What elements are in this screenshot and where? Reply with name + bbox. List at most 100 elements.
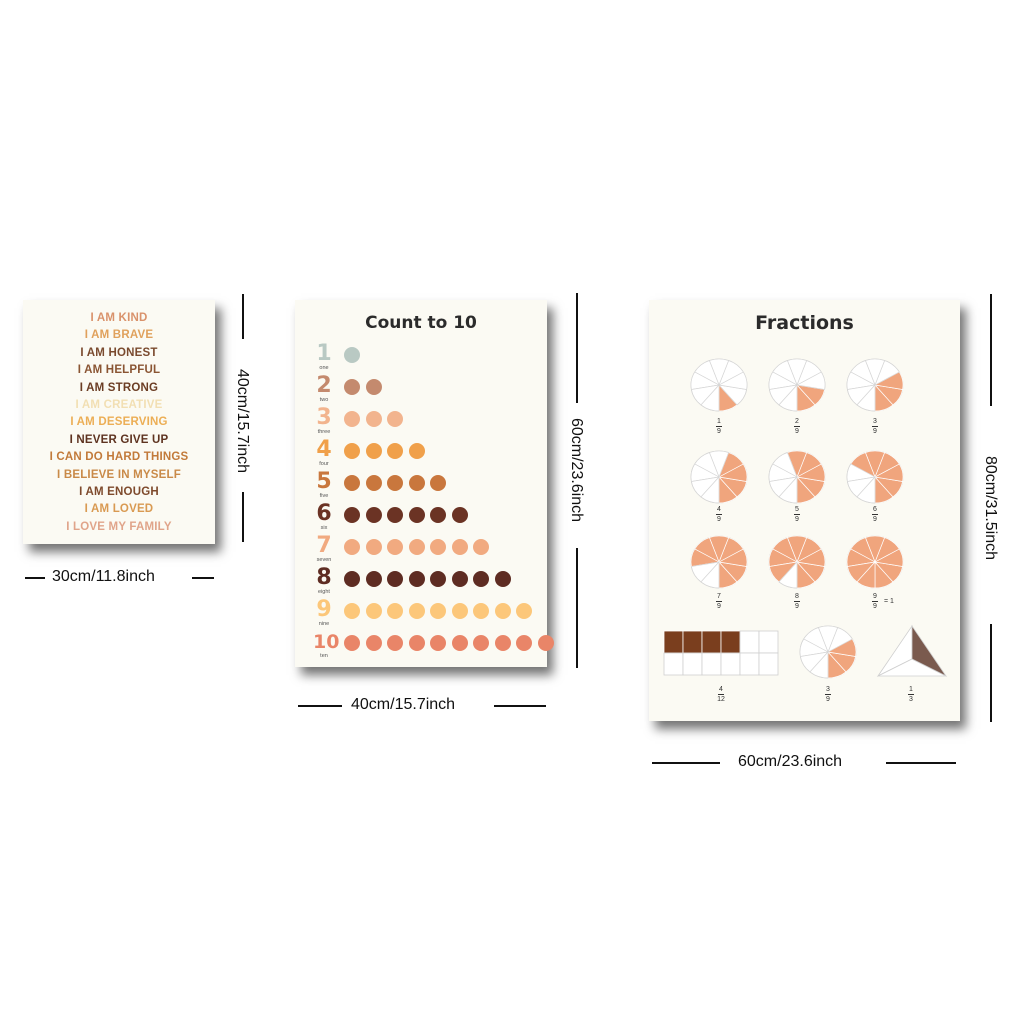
count-dot — [430, 603, 446, 619]
fraction-numerator: 1 — [717, 418, 721, 425]
p3-height-line-bottom — [990, 624, 992, 722]
count-dot — [473, 603, 489, 619]
count-dot — [408, 443, 425, 459]
count-dot — [451, 635, 468, 651]
fraction-denominator: 9 — [873, 428, 877, 435]
fraction-numerator: 3 — [826, 686, 830, 693]
count-dots — [344, 475, 452, 491]
p2-width-line-left — [298, 705, 342, 707]
fraction-pie — [690, 358, 748, 412]
count-dot — [430, 507, 446, 523]
rect-cell-empty — [701, 652, 722, 676]
count-dots — [344, 507, 473, 523]
p3-width-line-left — [652, 762, 720, 764]
count-number: 10 — [313, 631, 340, 653]
count-dots — [344, 347, 366, 363]
affirmation-line: I AM HELPFUL — [77, 364, 161, 377]
fraction-pie — [768, 358, 826, 412]
equals-one-label: = 1 — [884, 598, 894, 605]
fraction-numerator: 8 — [795, 593, 799, 600]
fraction-pie — [799, 625, 857, 679]
count-dot — [473, 571, 489, 587]
count-dot — [494, 571, 511, 587]
affirmation-line: I AM STRONG — [79, 381, 159, 394]
count-dot — [365, 411, 382, 427]
p1-width-label: 30cm/11.8inch — [52, 568, 155, 585]
fraction-label: 89 — [785, 592, 809, 611]
p2-height-label: 60cm/23.6inch — [568, 417, 585, 523]
fraction-denominator: 12 — [717, 696, 725, 703]
p1-height-line-top — [242, 294, 244, 339]
count-word: four — [319, 461, 329, 467]
fraction-pie — [846, 358, 904, 412]
count-dot — [430, 475, 446, 491]
fraction-denominator: 3 — [909, 696, 913, 703]
count-dot — [430, 635, 446, 651]
count-word: seven — [316, 557, 332, 563]
count-dot — [365, 379, 382, 395]
fractions-poster: Fractions 1 9 2 9 3 9 4 9 5 9 6 9 7 9 8 9 9 9 = 1 4 12 3 9 1 3 — [649, 300, 960, 721]
p3-height-label: 80cm/31.5inch — [982, 455, 999, 561]
count-to-10-poster: Count to 10 1 one 2 two 3 three 4 four 5 five 6 six… — [295, 300, 554, 667]
count-dot — [387, 443, 403, 459]
count-dot — [408, 507, 425, 523]
affirmation-line: I AM DESERVING — [70, 416, 168, 429]
affirmation-line: I AM HONEST — [80, 346, 158, 359]
count-word: one — [319, 365, 329, 371]
count-dot — [365, 635, 382, 651]
p3-width-label: 60cm/23.6inch — [738, 753, 843, 770]
count-word: six — [320, 525, 328, 531]
count-dot — [344, 475, 360, 491]
fraction-pie — [690, 450, 748, 504]
count-dot — [387, 411, 403, 427]
fraction-numerator: 1 — [909, 686, 913, 693]
fraction-numerator: 7 — [717, 593, 721, 600]
rect-cell-shaded — [701, 630, 722, 654]
count-dot — [408, 539, 425, 555]
count-dot — [344, 507, 360, 523]
count-dot — [473, 539, 489, 555]
count-dot — [365, 539, 382, 555]
count-dot — [365, 603, 382, 619]
fraction-pie — [768, 450, 826, 504]
count-dot — [365, 507, 382, 523]
count-word: ten — [320, 653, 328, 659]
fraction-numerator: 5 — [795, 506, 799, 513]
fraction-pie — [690, 535, 748, 589]
count-poster-title: Count to 10 — [365, 313, 477, 333]
fraction-label: 4 12 — [709, 685, 733, 704]
count-dots — [344, 443, 430, 459]
count-dot — [408, 475, 425, 491]
count-dots — [344, 539, 495, 555]
count-number: 6 — [316, 501, 332, 526]
count-number: 8 — [316, 565, 332, 590]
affirmation-line: I NEVER GIVE UP — [69, 433, 169, 446]
count-dot — [365, 443, 382, 459]
count-number: 9 — [316, 597, 332, 622]
count-dot — [408, 571, 425, 587]
rect-cell-empty — [739, 630, 760, 654]
count-dots — [344, 379, 387, 395]
count-dot — [387, 539, 403, 555]
fraction-rectangle — [663, 630, 779, 676]
count-dot — [387, 635, 403, 651]
affirmation-line: I LOVE MY FAMILY — [66, 520, 172, 533]
p2-width-label: 40cm/15.7inch — [351, 696, 456, 713]
count-word: five — [319, 493, 329, 499]
count-dot — [451, 507, 468, 523]
affirmation-line: I CAN DO HARD THINGS — [49, 451, 189, 464]
affirmation-line: I AM KIND — [90, 312, 148, 324]
p1-width-line-right — [192, 577, 214, 579]
count-dot — [516, 635, 532, 651]
count-dot — [387, 603, 403, 619]
fraction-denominator: 9 — [873, 516, 877, 523]
fractions-poster-title: Fractions — [755, 312, 854, 334]
count-dot — [344, 347, 360, 363]
rect-cell-empty — [663, 652, 684, 676]
fraction-pie — [768, 535, 826, 589]
affirmation-line: I AM BRAVE — [84, 329, 154, 342]
fraction-label: 59 — [785, 505, 809, 524]
fraction-denominator: 9 — [826, 696, 830, 703]
fraction-triangle — [876, 624, 948, 678]
rect-cell-empty — [758, 630, 779, 654]
